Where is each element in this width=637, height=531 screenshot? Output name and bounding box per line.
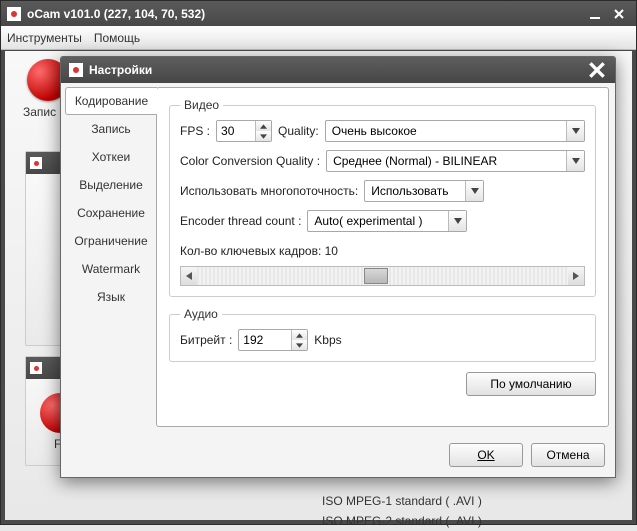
chevron-down-icon [566, 121, 584, 141]
menu-tools[interactable]: Инструменты [7, 31, 82, 45]
slider-thumb[interactable] [364, 268, 388, 284]
app-icon [30, 362, 42, 374]
ccq-label: Color Conversion Quality : [180, 154, 320, 168]
multithread-value: Использовать [365, 184, 465, 198]
fps-spinner[interactable] [255, 121, 271, 141]
fps-value: 30 [217, 124, 255, 138]
chevron-down-icon [448, 211, 466, 231]
multithread-combo[interactable]: Использовать [364, 180, 484, 202]
bitrate-label: Битрейт : [180, 333, 232, 347]
minimize-button[interactable] [584, 6, 606, 22]
tab-selection[interactable]: Выделение [65, 171, 157, 199]
ccq-combo[interactable]: Среднее (Normal) - BILINEAR [326, 150, 585, 172]
bitrate-unit: Kbps [314, 333, 341, 347]
dialog-title: Настройки [89, 63, 587, 77]
spin-up-icon[interactable] [292, 330, 307, 340]
settings-content: Видео FPS : 30 Quality: Очень высокое [156, 87, 609, 427]
tab-encoding[interactable]: Кодирование [65, 87, 157, 115]
bitrate-spinner[interactable] [291, 330, 307, 350]
encoder-threads-combo[interactable]: Auto( experimental ) [307, 210, 467, 232]
spin-down-icon[interactable] [256, 131, 271, 141]
dialog-close-button[interactable] [587, 61, 607, 79]
settings-dialog: Настройки Кодирование Запись Хоткеи Выде… [60, 56, 616, 478]
encoder-threads-value: Auto( experimental ) [308, 214, 448, 228]
app-icon [30, 157, 42, 169]
main-titlebar: oCam v101.0 (227, 104, 70, 532) [1, 1, 636, 26]
quality-combo[interactable]: Очень высокое [325, 120, 585, 142]
tab-limit[interactable]: Ограничение [65, 227, 157, 255]
tab-record[interactable]: Запись [65, 115, 157, 143]
slider-track[interactable] [197, 267, 568, 285]
tab-saving[interactable]: Сохранение [65, 199, 157, 227]
codec-item[interactable]: ISO MPEG-1 standard ( .AVI ) [322, 491, 622, 511]
video-legend: Видео [180, 98, 223, 112]
tab-language[interactable]: Язык [65, 283, 157, 311]
cancel-button-label: Отмена [546, 448, 589, 462]
dialog-button-row: OK Отмена [449, 443, 605, 467]
cancel-button[interactable]: Отмена [531, 443, 605, 467]
menu-help[interactable]: Помощь [94, 31, 140, 45]
chevron-down-icon [465, 181, 483, 201]
video-group: Видео FPS : 30 Quality: Очень высокое [169, 98, 596, 297]
slider-right-icon[interactable] [568, 267, 584, 285]
ok-button[interactable]: OK [449, 443, 523, 467]
ok-button-label: OK [477, 448, 494, 462]
ccq-value: Среднее (Normal) - BILINEAR [327, 154, 566, 168]
spin-down-icon[interactable] [292, 340, 307, 350]
spin-up-icon[interactable] [256, 121, 271, 131]
app-icon [7, 7, 21, 21]
app-icon [69, 63, 83, 77]
multithread-label: Использовать многопоточность: [180, 184, 358, 198]
bitrate-value: 192 [239, 333, 291, 347]
close-button[interactable] [608, 6, 630, 22]
audio-legend: Аудио [180, 307, 222, 321]
keyframes-slider[interactable] [180, 266, 585, 286]
record-label: Запис [23, 105, 56, 119]
slider-left-icon[interactable] [181, 267, 197, 285]
keyframes-label: Кол-во ключевых кадров: 10 [180, 244, 338, 258]
fps-label: FPS : [180, 124, 210, 138]
quality-value: Очень высокое [326, 124, 566, 138]
dialog-body: Кодирование Запись Хоткеи Выделение Сохр… [61, 83, 615, 477]
settings-tabs: Кодирование Запись Хоткеи Выделение Сохр… [65, 87, 157, 427]
main-window-title: oCam v101.0 (227, 104, 70, 532) [27, 7, 582, 21]
defaults-button-label: По умолчанию [490, 377, 571, 391]
codec-item[interactable]: ISO MPEG-2 standard ( .AVI ) [322, 511, 622, 531]
dialog-titlebar: Настройки [61, 57, 615, 83]
bitrate-input[interactable]: 192 [238, 329, 308, 351]
fps-input[interactable]: 30 [216, 120, 272, 142]
quality-label: Quality: [278, 124, 319, 138]
chevron-down-icon [566, 151, 584, 171]
menubar: Инструменты Помощь [1, 26, 636, 50]
tab-watermark[interactable]: Watermark [65, 255, 157, 283]
audio-group: Аудио Битрейт : 192 Kbps [169, 307, 596, 362]
tab-hotkeys[interactable]: Хоткеи [65, 143, 157, 171]
defaults-button[interactable]: По умолчанию [466, 372, 596, 396]
encoder-threads-label: Encoder thread count : [180, 214, 301, 228]
